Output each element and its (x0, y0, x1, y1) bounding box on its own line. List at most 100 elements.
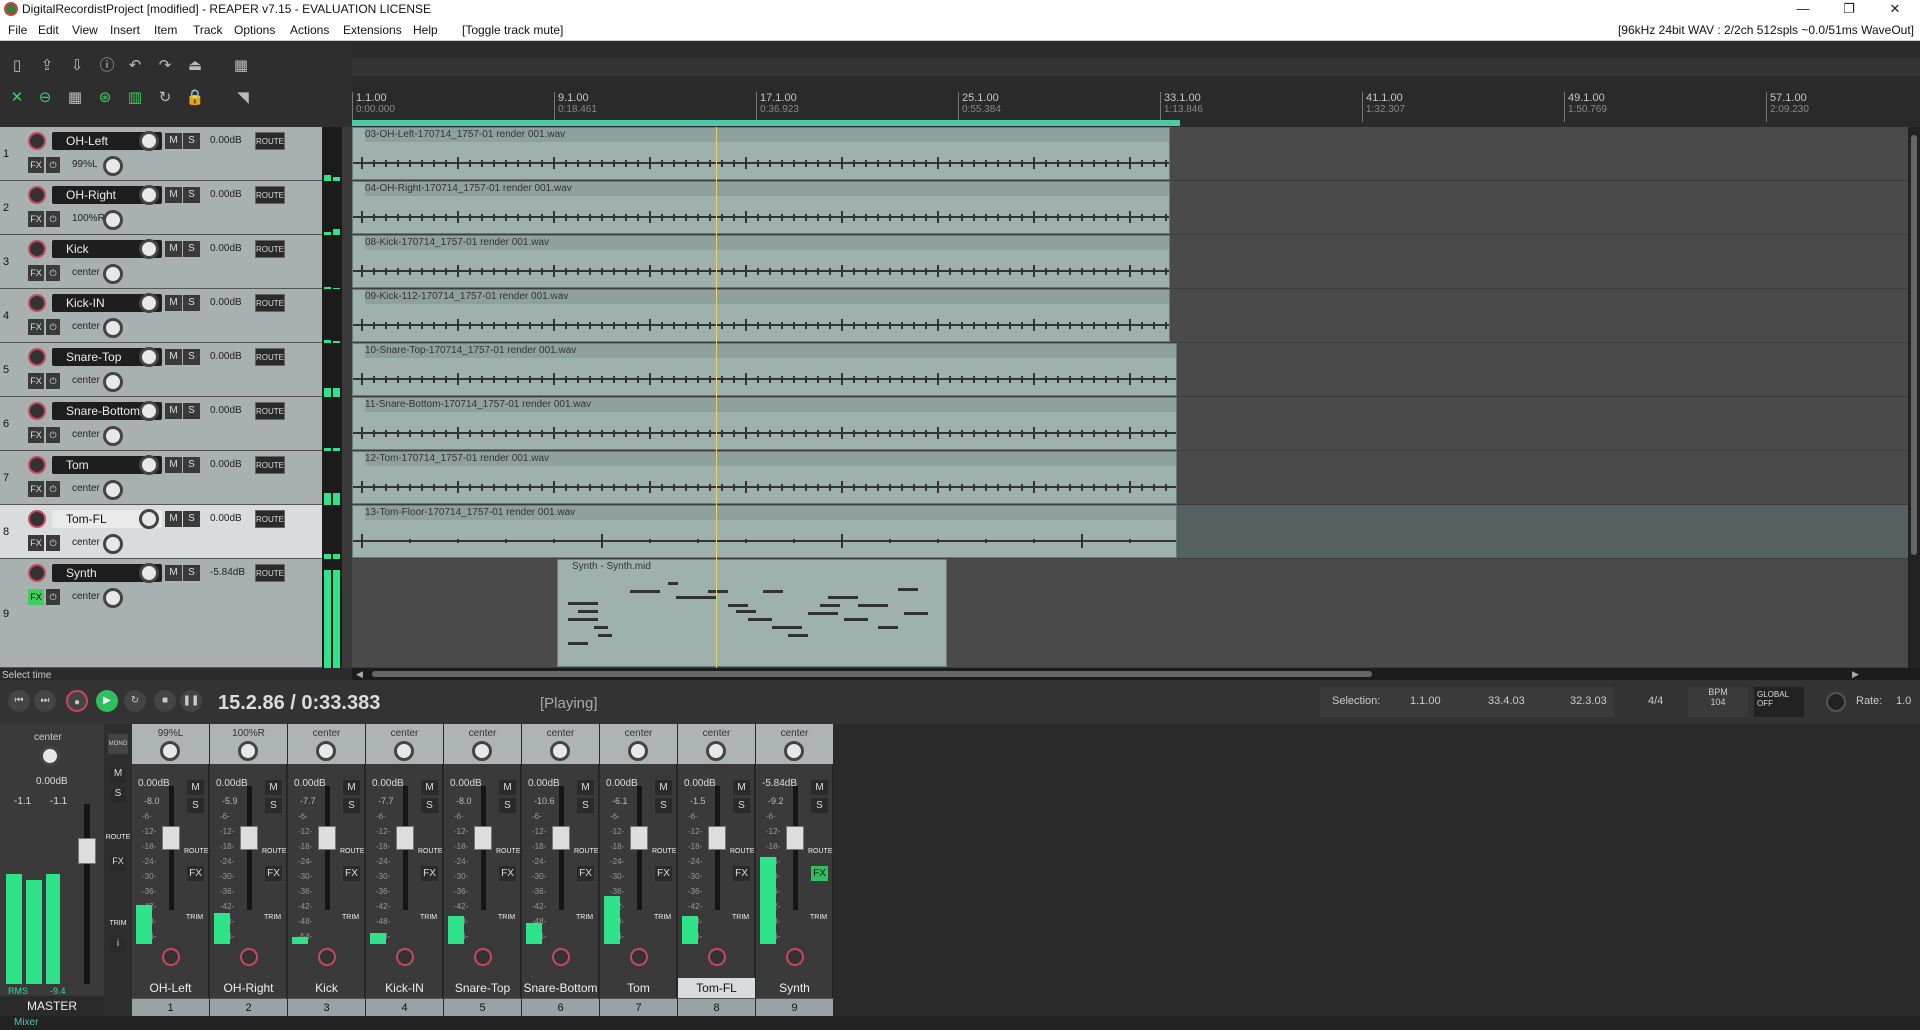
track-lane[interactable]: 04-OH-Right-170714_1757-01 render 001.wa… (352, 181, 1908, 235)
strip-name[interactable]: Kick (288, 978, 365, 998)
solo-button[interactable]: S (183, 133, 200, 149)
track-header[interactable]: 5 Snare-Top M S 0.00dB ROUTE FX ⏻ center (0, 343, 322, 397)
solo-button[interactable]: S (183, 349, 200, 365)
strip-fader-cap[interactable] (552, 826, 570, 850)
strip-volume[interactable]: 0.00dB (606, 778, 638, 789)
strip-mute-button[interactable]: M (811, 780, 828, 795)
strip-fx-button[interactable]: FX (655, 866, 672, 881)
strip-volume[interactable]: 0.00dB (528, 778, 560, 789)
master-fader-cap[interactable] (78, 838, 96, 864)
master-mute-button[interactable]: M (110, 768, 126, 783)
strip-name[interactable]: OH-Right (210, 978, 287, 998)
mono-button[interactable]: MONO (108, 734, 128, 754)
mute-button[interactable]: M (165, 133, 182, 149)
strip-trim-button[interactable]: TRIM (264, 914, 281, 921)
track-lane[interactable]: 11-Snare-Bottom-170714_1757-01 render 00… (352, 397, 1908, 451)
strip-fx-button[interactable]: FX (187, 866, 204, 881)
track-lane[interactable]: 08-Kick-170714_1757-01 render 001.wav (352, 235, 1908, 289)
strip-volume[interactable]: 0.00dB (216, 778, 248, 789)
record-arm-button[interactable] (28, 348, 46, 366)
strip-trim-button[interactable]: TRIM (732, 914, 749, 921)
strip-trim-button[interactable]: TRIM (576, 914, 593, 921)
strip-volume[interactable]: 0.00dB (372, 778, 404, 789)
strip-solo-button[interactable]: S (577, 798, 594, 813)
strip-volume[interactable]: 0.00dB (294, 778, 326, 789)
strip-pan-knob[interactable] (550, 741, 570, 761)
track-lane[interactable]: 13-Tom-Floor-170714_1757-01 render 001.w… (352, 505, 1908, 559)
solo-button[interactable]: S (183, 187, 200, 203)
strip-solo-button[interactable]: S (343, 798, 360, 813)
undo-icon[interactable]: ↶ (124, 55, 146, 77)
record-arm-button[interactable] (28, 564, 46, 582)
pan-knob[interactable] (103, 480, 123, 500)
strip-record-arm-button[interactable] (318, 948, 336, 966)
audio-device-status[interactable]: [96kHz 24bit WAV : 2/2ch 512spls ~0.0/51… (1618, 23, 1914, 37)
track-header[interactable]: 6 Snare-Bottom M S 0.00dB ROUTE FX ⏻ center (0, 397, 322, 451)
record-arm-button[interactable] (28, 456, 46, 474)
record-icon[interactable]: ● (66, 690, 88, 712)
record-arm-button[interactable] (28, 240, 46, 258)
strip-fx-button[interactable]: FX (577, 866, 594, 881)
master-fader-track[interactable] (84, 804, 90, 984)
strip-route-button[interactable]: ROUTE (184, 848, 209, 855)
strip-record-arm-button[interactable] (474, 948, 492, 966)
volume-knob[interactable] (139, 401, 159, 421)
route-button[interactable]: ROUTE (255, 294, 285, 312)
save-project-icon[interactable]: ⇩ (66, 55, 88, 77)
strip-mute-button[interactable]: M (343, 780, 360, 795)
pause-icon[interactable]: ❚❚ (180, 690, 202, 712)
go-to-start-icon[interactable]: ⏮ (8, 690, 30, 712)
strip-trim-button[interactable]: TRIM (420, 914, 437, 921)
mute-button[interactable]: M (165, 295, 182, 311)
track-header[interactable]: 3 Kick M S 0.00dB ROUTE FX ⏻ center (0, 235, 322, 289)
selection-length[interactable]: 32.3.03 (1570, 695, 1607, 707)
strip-route-button[interactable]: ROUTE (730, 848, 755, 855)
global-automation[interactable]: GLOBAL OFF (1754, 687, 1804, 717)
strip-fx-button[interactable]: FX (265, 866, 282, 881)
strip-pan-knob[interactable] (784, 741, 804, 761)
mute-button[interactable]: M (165, 457, 182, 473)
strip-record-arm-button[interactable] (786, 948, 804, 966)
time-signature[interactable]: 4/4 (1648, 695, 1663, 707)
strip-pan-knob[interactable] (706, 741, 726, 761)
volume-knob[interactable] (139, 293, 159, 313)
selection-end[interactable]: 33.4.03 (1488, 695, 1525, 707)
menu-item[interactable]: Item (154, 23, 177, 37)
mute-button[interactable]: M (165, 241, 182, 257)
strip-trim-button[interactable]: TRIM (498, 914, 515, 921)
media-item[interactable]: 04-OH-Right-170714_1757-01 render 001.wa… (352, 181, 1170, 234)
solo-button[interactable]: S (183, 511, 200, 527)
strip-solo-button[interactable]: S (499, 798, 516, 813)
strip-mute-button[interactable]: M (499, 780, 516, 795)
route-button[interactable]: ROUTE (255, 564, 285, 582)
route-button[interactable]: ROUTE (255, 348, 285, 366)
master-solo-button[interactable]: S (110, 788, 126, 803)
strip-pan-knob[interactable] (628, 741, 648, 761)
horizontal-scrollbar[interactable]: ◀ ▶ (352, 668, 1920, 680)
pan-knob[interactable] (103, 588, 123, 608)
pan-knob[interactable] (103, 534, 123, 554)
minimize-button[interactable]: — (1780, 0, 1826, 19)
pan-knob[interactable] (103, 264, 123, 284)
record-arm-button[interactable] (28, 510, 46, 528)
master-trim-button[interactable]: TRIM (104, 920, 132, 927)
strip-route-button[interactable]: ROUTE (496, 848, 521, 855)
strip-fader-cap[interactable] (786, 826, 804, 850)
fx-bypass-icon[interactable]: ⏻ (46, 211, 60, 227)
fx-bypass-icon[interactable]: ⏻ (46, 589, 60, 605)
solo-button[interactable]: S (183, 403, 200, 419)
strip-volume[interactable]: 0.00dB (138, 778, 170, 789)
route-button[interactable]: ROUTE (255, 510, 285, 528)
fx-button[interactable]: FX (28, 589, 44, 605)
master-route-button[interactable]: ROUTE (104, 834, 132, 841)
strip-fader-cap[interactable] (708, 826, 726, 850)
media-item[interactable]: 12-Tom-170714_1757-01 render 001.wav (352, 451, 1177, 504)
media-item[interactable]: 10-Snare-Top-170714_1757-01 render 001.w… (352, 343, 1177, 396)
strip-fx-button[interactable]: FX (811, 866, 828, 881)
grid-toggle-icon[interactable]: ▦ (230, 55, 252, 77)
pan-knob[interactable] (103, 426, 123, 446)
position-display[interactable]: 15.2.86 / 0:33.383 (218, 692, 380, 715)
strip-fx-button[interactable]: FX (733, 866, 750, 881)
strip-name[interactable]: Tom-FL (678, 978, 755, 998)
master-pan-knob[interactable] (40, 746, 60, 766)
